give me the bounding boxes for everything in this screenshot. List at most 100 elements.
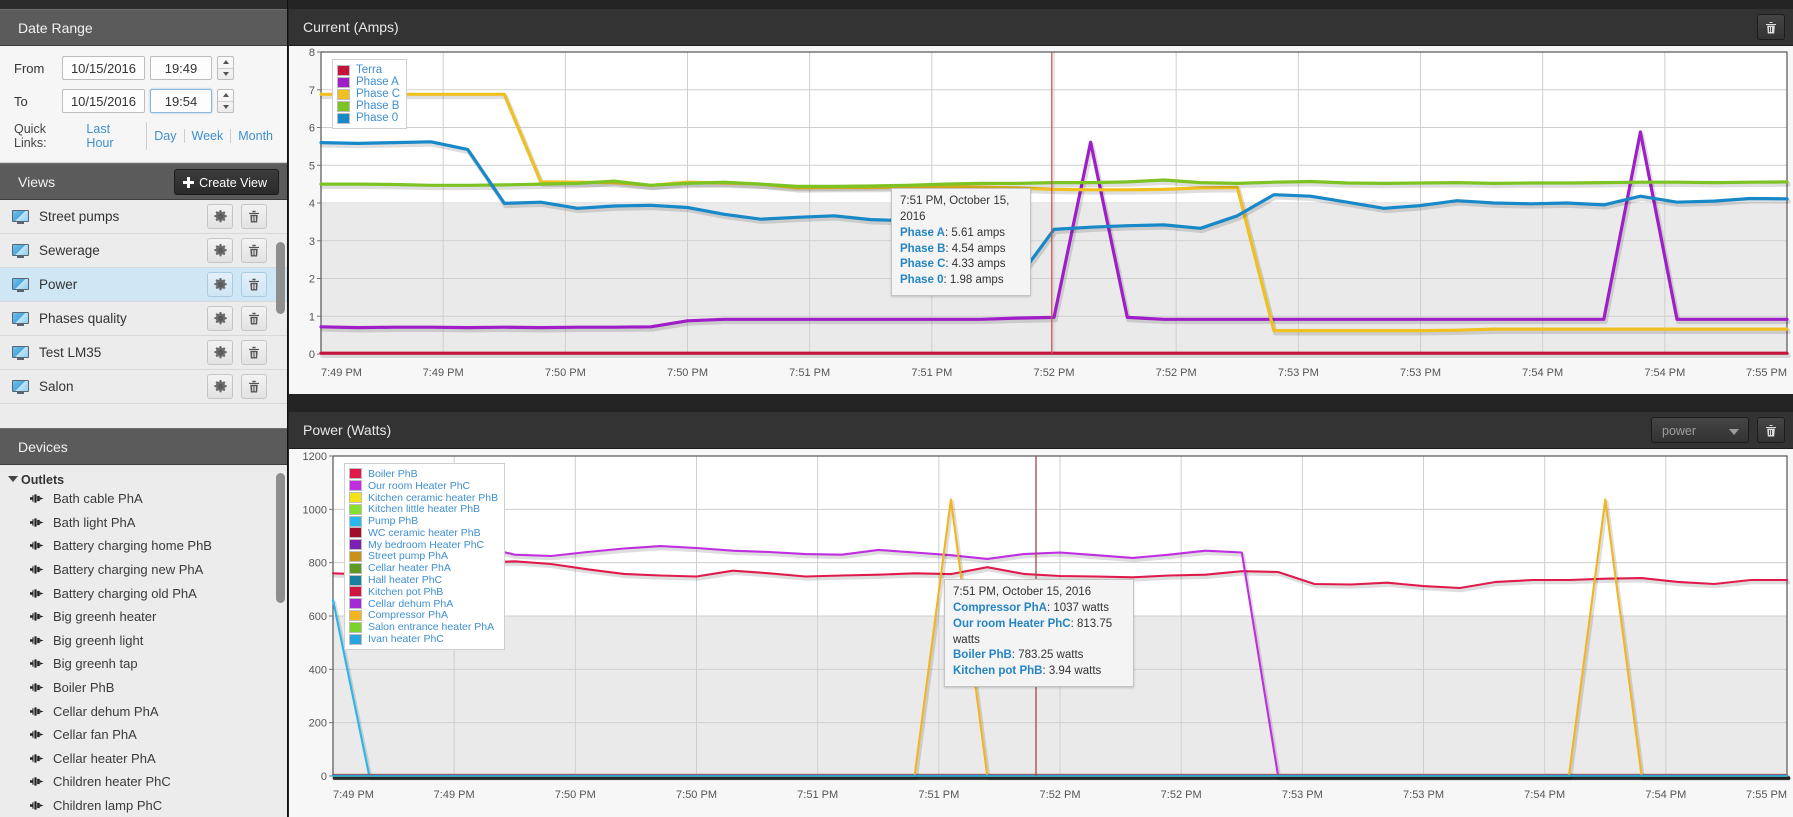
power-chart-title: Power (Watts) bbox=[303, 422, 392, 438]
device-item[interactable]: Big greenh tap bbox=[0, 652, 287, 676]
stepper-down-icon[interactable] bbox=[218, 69, 233, 80]
trash-icon bbox=[249, 244, 259, 257]
device-item[interactable]: Battery charging new PhA bbox=[0, 558, 287, 582]
legend-item[interactable]: Phase B bbox=[337, 100, 400, 112]
view-settings-button[interactable] bbox=[207, 306, 233, 331]
legend-label: Boiler PhB bbox=[368, 467, 418, 480]
view-delete-button[interactable] bbox=[241, 306, 267, 331]
svg-text:7:50 PM: 7:50 PM bbox=[676, 789, 717, 801]
create-view-button[interactable]: Create View bbox=[174, 169, 279, 195]
legend-item[interactable]: Cellar dehum PhA bbox=[349, 598, 498, 610]
device-item[interactable]: Big greenh light bbox=[0, 629, 287, 653]
devices-scrollbar-thumb[interactable] bbox=[276, 473, 285, 603]
stepper-up-icon[interactable] bbox=[218, 57, 233, 69]
legend-item[interactable]: Phase 0 bbox=[337, 112, 400, 124]
view-item-test-lm35[interactable]: Test LM35 bbox=[0, 336, 287, 370]
view-delete-button[interactable] bbox=[241, 340, 267, 365]
power-chart-delete-button[interactable] bbox=[1757, 417, 1785, 443]
legend-item[interactable]: Hall heater PhC bbox=[349, 574, 498, 586]
device-item[interactable]: Cellar dehum PhA bbox=[0, 699, 287, 723]
views-scrollbar-thumb[interactable] bbox=[276, 242, 285, 314]
plug-icon bbox=[30, 611, 44, 622]
legend-label: Kitchen pot PhB bbox=[368, 585, 444, 598]
legend-item[interactable]: Boiler PhB bbox=[349, 468, 498, 480]
device-item[interactable]: Cellar fan PhA bbox=[0, 723, 287, 747]
view-delete-button[interactable] bbox=[241, 238, 267, 263]
legend-item[interactable]: Terra bbox=[337, 64, 400, 76]
quick-link-month[interactable]: Month bbox=[231, 129, 273, 143]
monitor-icon bbox=[12, 379, 29, 394]
view-settings-button[interactable] bbox=[207, 204, 233, 229]
legend-item[interactable]: Kitchen pot PhB bbox=[349, 586, 498, 598]
tooltip-time: 7:51 PM, October 15, 2016 bbox=[900, 195, 1010, 223]
svg-text:7:50 PM: 7:50 PM bbox=[555, 789, 596, 801]
device-item[interactable]: Big greenh heater bbox=[0, 605, 287, 629]
legend-item[interactable]: Pump PhB bbox=[349, 515, 498, 527]
view-settings-button[interactable] bbox=[207, 340, 233, 365]
quick-link-day[interactable]: Day bbox=[147, 129, 185, 143]
legend-item[interactable]: Kitchen ceramic heater PhB bbox=[349, 492, 498, 504]
view-delete-button[interactable] bbox=[241, 204, 267, 229]
svg-text:7:54 PM: 7:54 PM bbox=[1524, 789, 1565, 801]
to-time-stepper[interactable] bbox=[217, 89, 234, 113]
tooltip-value: 4.33 amps bbox=[951, 258, 1006, 271]
legend-label: Compressor PhA bbox=[368, 609, 448, 622]
view-settings-button[interactable] bbox=[207, 238, 233, 263]
legend-item[interactable]: Our room Heater PhC bbox=[349, 480, 498, 492]
from-date-input[interactable] bbox=[62, 56, 145, 80]
tooltip-key: Phase A bbox=[900, 226, 945, 239]
legend-item[interactable]: Compressor PhA bbox=[349, 609, 498, 622]
legend-item[interactable]: Phase A bbox=[337, 76, 400, 88]
current-chart-plot[interactable]: 0 1 2 3 4 5 6 7 8 7:49 PM 7:49 PM 7:50 PM 7:50 PM 7:… bbox=[289, 46, 1793, 394]
view-item-power[interactable]: Power bbox=[0, 268, 287, 302]
legend-label: Cellar heater PhA bbox=[368, 562, 451, 575]
quick-link-last-hour[interactable]: Last Hour bbox=[86, 122, 148, 150]
view-settings-button[interactable] bbox=[207, 272, 233, 297]
legend-item[interactable]: Phase C bbox=[337, 88, 400, 100]
stepper-down-icon[interactable] bbox=[218, 102, 233, 113]
legend-item[interactable]: Cellar heater PhA bbox=[349, 562, 498, 574]
current-chart-delete-button[interactable] bbox=[1757, 14, 1785, 40]
view-delete-button[interactable] bbox=[241, 272, 267, 297]
devices-list: Bath cable PhA Bath light PhA Battery char… bbox=[0, 487, 287, 817]
device-item[interactable]: Battery charging old PhA bbox=[0, 581, 287, 605]
view-item-street-pumps[interactable]: Street pumps bbox=[0, 200, 287, 234]
legend-item[interactable]: Ivan heater PhC bbox=[349, 633, 498, 645]
tooltip-row: Phase 0: 1.98 amps bbox=[900, 273, 1022, 289]
to-date-input[interactable] bbox=[62, 89, 145, 113]
device-item[interactable]: Children heater PhC bbox=[0, 770, 287, 794]
view-item-salon[interactable]: Salon bbox=[0, 370, 287, 404]
quick-link-week[interactable]: Week bbox=[185, 129, 232, 143]
tooltip-value: 1.98 amps bbox=[949, 274, 1004, 287]
legend-item[interactable]: Street pump PhA bbox=[349, 550, 498, 562]
stepper-up-icon[interactable] bbox=[218, 90, 233, 102]
legend-item[interactable]: Salon entrance heater PhA bbox=[349, 621, 498, 633]
from-time-stepper[interactable] bbox=[217, 56, 234, 80]
legend-item[interactable]: My bedroom Heater PhC bbox=[349, 539, 498, 551]
device-item[interactable]: Children lamp PhC bbox=[0, 794, 287, 817]
legend-item[interactable]: WC ceramic heater PhB bbox=[349, 527, 498, 539]
from-time-input[interactable] bbox=[150, 56, 212, 80]
power-metric-select[interactable]: power bbox=[1651, 417, 1749, 443]
devices-group-outlets[interactable]: Outlets bbox=[0, 465, 287, 487]
device-item[interactable]: Bath light PhA bbox=[0, 511, 287, 535]
device-item[interactable]: Battery charging home PhB bbox=[0, 534, 287, 558]
legend-item[interactable]: Kitchen little heater PhB bbox=[349, 503, 498, 515]
view-item-sewerage[interactable]: Sewerage bbox=[0, 234, 287, 268]
legend-swatch bbox=[349, 633, 362, 645]
device-item[interactable]: Boiler PhB bbox=[0, 676, 287, 700]
view-settings-button[interactable] bbox=[207, 374, 233, 399]
svg-text:7:53 PM: 7:53 PM bbox=[1400, 367, 1441, 379]
power-chart-plot[interactable]: 0 200 400 600 800 1000 1200 7:49 PM 7:49 PM 7:50… bbox=[289, 449, 1793, 817]
collapse-triangle-icon[interactable] bbox=[8, 476, 18, 482]
device-item[interactable]: Cellar heater PhA bbox=[0, 747, 287, 771]
view-item-phases-quality[interactable]: Phases quality bbox=[0, 302, 287, 336]
power-metric-value: power bbox=[1662, 424, 1697, 438]
device-item[interactable]: Bath cable PhA bbox=[0, 487, 287, 511]
to-time-input[interactable] bbox=[150, 89, 212, 113]
view-delete-button[interactable] bbox=[241, 374, 267, 399]
legend-swatch bbox=[349, 621, 362, 633]
plug-icon bbox=[30, 658, 44, 669]
tooltip-row: Phase A: 5.61 amps bbox=[900, 226, 1022, 242]
monitor-icon bbox=[12, 209, 29, 224]
